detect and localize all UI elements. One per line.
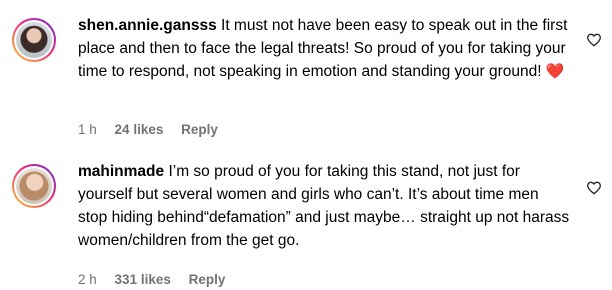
heart-outline-icon[interactable] [586, 32, 602, 48]
avatar[interactable] [12, 18, 56, 62]
reply-button[interactable]: Reply [189, 272, 226, 287]
comment-time: 2 h [78, 272, 97, 287]
comment-body: shen.annie.gansss It must not have been … [78, 14, 572, 83]
avatar-photo [16, 168, 52, 204]
heart-outline-icon-svg [587, 181, 601, 195]
comment-likes[interactable]: 24 likes [115, 122, 164, 137]
reply-button[interactable]: Reply [181, 122, 218, 137]
comment-time: 1 h [78, 122, 97, 137]
comment-username[interactable]: mahinmade [78, 163, 164, 180]
heart-outline-icon[interactable] [586, 180, 602, 196]
heart-outline-icon-svg [587, 33, 601, 47]
avatar[interactable] [12, 164, 56, 208]
avatar-photo [16, 22, 52, 58]
comment-likes[interactable]: 331 likes [115, 272, 171, 287]
comment-username[interactable]: shen.annie.gansss [78, 17, 217, 34]
heart-emoji: ❤️ [545, 62, 565, 80]
comment-meta: 2 h 331 likes Reply [78, 272, 239, 287]
comment-meta: 1 h 24 likes Reply [78, 122, 232, 137]
comment-body: mahinmade I’m so proud of you for taking… [78, 160, 572, 252]
